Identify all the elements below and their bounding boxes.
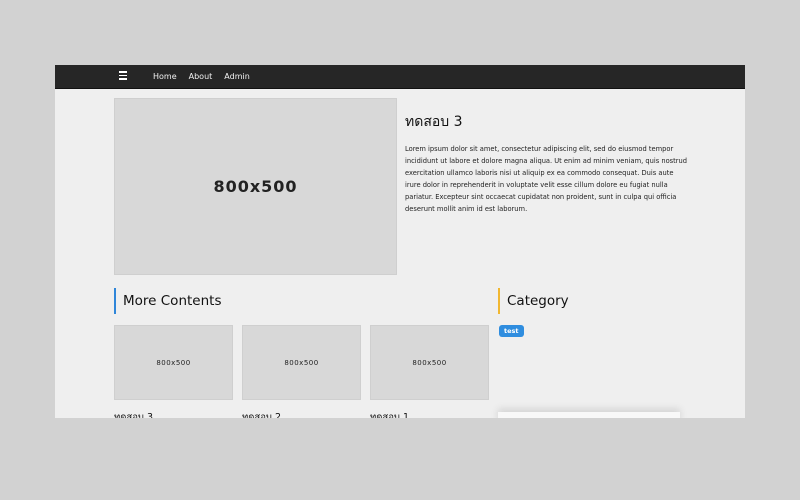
content-card-3[interactable]: 800x500 ทดสอบ 1	[370, 325, 489, 418]
content-card-image[interactable]: 800x500	[370, 325, 489, 400]
top-navbar: Home About Admin	[55, 65, 745, 89]
hero-body-text: Lorem ipsum dolor sit amet, consectetur …	[405, 145, 688, 213]
overlay-shadow-panel	[498, 412, 680, 418]
content-card-image[interactable]: 800x500	[114, 325, 233, 400]
website-preview: Home About Admin 800x500 ทดสอบ 3 Lorem i…	[55, 65, 745, 418]
nav-links: Home About Admin	[153, 65, 250, 88]
content-card-image-label: 800x500	[284, 358, 319, 367]
category-heading: Category	[498, 288, 569, 314]
hero-title: ทดสอบ 3	[405, 114, 463, 130]
nav-link-admin[interactable]: Admin	[224, 72, 250, 81]
content-card-2[interactable]: 800x500 ทดสอบ 2	[242, 325, 361, 418]
content-card-title[interactable]: ทดสอบ 3	[114, 410, 232, 418]
hero-image-placeholder: 800x500	[114, 98, 397, 275]
more-contents-heading: More Contents	[114, 288, 221, 314]
content-card-image-label: 800x500	[412, 358, 447, 367]
content-card-title[interactable]: ทดสอบ 2	[242, 410, 360, 418]
content-card-title[interactable]: ทดสอบ 1	[370, 410, 488, 418]
content-card-image-label: 800x500	[156, 358, 191, 367]
nav-link-home[interactable]: Home	[153, 72, 177, 81]
nav-link-about[interactable]: About	[189, 72, 213, 81]
category-tag-test[interactable]: test	[499, 325, 524, 337]
content-card-1[interactable]: 800x500 ทดสอบ 3	[114, 325, 233, 418]
hamburger-menu-icon[interactable]	[119, 71, 127, 81]
content-card-image[interactable]: 800x500	[242, 325, 361, 400]
hero-image-label: 800x500	[213, 177, 298, 196]
